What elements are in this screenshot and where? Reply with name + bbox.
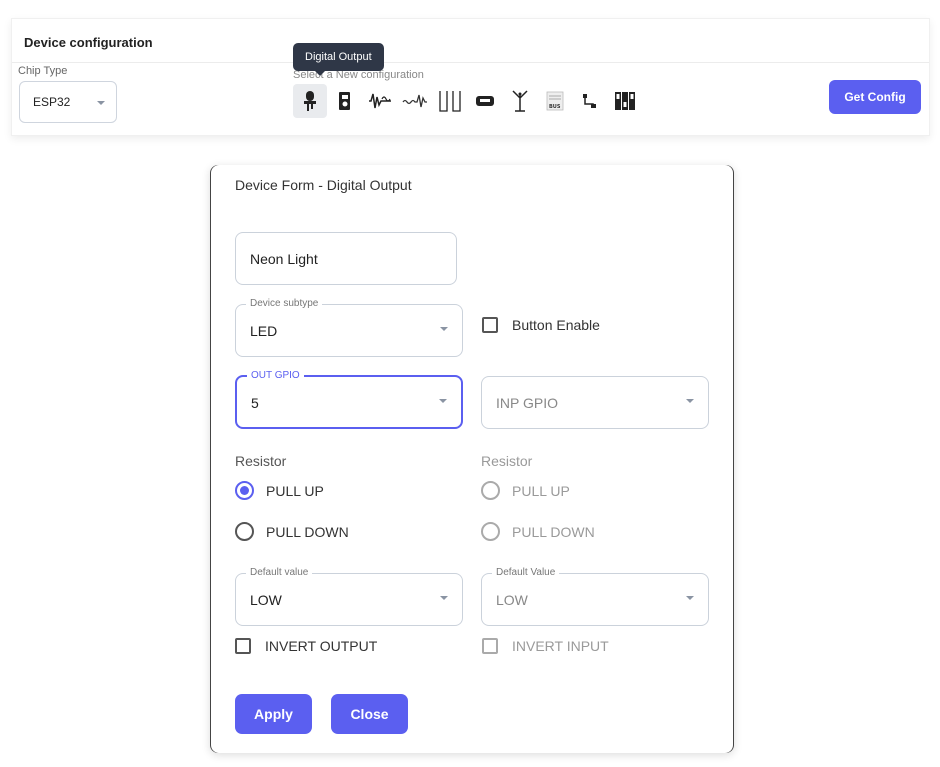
pull-up-radio-output[interactable]: PULL UP — [235, 481, 324, 500]
pull-down-radio-output[interactable]: PULL DOWN — [235, 522, 349, 541]
display-icon[interactable] — [468, 84, 502, 118]
pull-down-radio-input[interactable]: PULL DOWN — [481, 522, 595, 541]
invert-output-label: INVERT OUTPUT — [265, 638, 378, 654]
dialog-title: Device Form - Digital Output — [235, 177, 412, 193]
default-value-output: LOW — [250, 592, 282, 608]
out-gpio-value: 5 — [251, 395, 259, 411]
relay-icon[interactable] — [433, 84, 467, 118]
device-form-dialog: Device Form - Digital Output Neon Light … — [210, 165, 734, 753]
pwm-icon[interactable] — [363, 84, 397, 118]
button-enable-label: Button Enable — [512, 317, 600, 333]
chip-type-select[interactable]: ESP32 — [19, 81, 117, 123]
inp-gpio-select[interactable]: INP GPIO — [481, 376, 709, 429]
default-value-legend: Default Value — [492, 567, 560, 579]
device-subtype-value: LED — [250, 323, 278, 339]
radio-unchecked-icon — [481, 481, 500, 500]
analog-icon[interactable] — [398, 84, 432, 118]
default-value-input-select[interactable]: Default Value LOW — [481, 567, 709, 626]
chevron-down-icon — [440, 596, 448, 600]
invert-input-label: INVERT INPUT — [512, 638, 609, 654]
inp-gpio-placeholder: INP GPIO — [496, 395, 558, 411]
default-value-output-select[interactable]: Default value LOW — [235, 567, 463, 626]
checkbox-box — [482, 317, 498, 333]
resistor-label-output: Resistor — [235, 453, 287, 469]
configuration-icon-row: BUS — [293, 83, 643, 119]
chip-type-value: ESP32 — [33, 95, 71, 109]
dip-switch-icon[interactable] — [608, 84, 642, 118]
out-gpio-select[interactable]: OUT GPIO 5 — [235, 370, 463, 429]
radio-checked-icon — [235, 481, 254, 500]
checkbox-box — [235, 638, 251, 654]
chevron-down-icon — [686, 399, 694, 403]
pull-up-label: PULL UP — [512, 482, 570, 499]
device-name-input[interactable]: Neon Light — [235, 232, 457, 285]
radio-unchecked-icon — [235, 522, 254, 541]
get-config-button[interactable]: Get Config — [829, 80, 921, 114]
pull-down-label: PULL DOWN — [266, 523, 349, 540]
invert-output-checkbox[interactable]: INVERT OUTPUT — [235, 638, 377, 654]
bus-icon[interactable]: BUS — [538, 84, 572, 118]
device-name-value: Neon Light — [250, 251, 318, 267]
chevron-down-icon — [439, 399, 447, 403]
close-button[interactable]: Close — [331, 694, 408, 734]
checkbox-box — [482, 638, 498, 654]
invert-input-checkbox[interactable]: INVERT INPUT — [482, 638, 609, 654]
antenna-icon[interactable] — [503, 84, 537, 118]
connector-icon[interactable] — [573, 84, 607, 118]
chevron-down-icon — [97, 101, 105, 105]
pull-down-label: PULL DOWN — [512, 523, 595, 540]
pull-up-label: PULL UP — [266, 482, 324, 499]
config-title: Device configuration — [24, 35, 153, 50]
device-subtype-legend: Device subtype — [246, 298, 323, 310]
button-enable-checkbox[interactable]: Button Enable — [482, 317, 600, 333]
default-value-legend: Default value — [246, 567, 313, 579]
svg-text:BUS: BUS — [549, 104, 561, 110]
digital-output-icon[interactable] — [293, 84, 327, 118]
apply-button[interactable]: Apply — [235, 694, 312, 734]
device-subtype-select[interactable]: Device subtype LED — [235, 298, 463, 357]
config-divider — [12, 62, 929, 63]
resistor-label-input: Resistor — [481, 453, 533, 469]
digital-input-icon[interactable] — [328, 84, 362, 118]
device-configuration-card: Device configuration Chip Type ESP32 Sel… — [11, 18, 930, 136]
pull-up-radio-input[interactable]: PULL UP — [481, 481, 570, 500]
default-value-input: LOW — [496, 592, 528, 608]
chevron-down-icon — [440, 327, 448, 331]
chevron-down-icon — [686, 596, 694, 600]
out-gpio-legend: OUT GPIO — [247, 370, 304, 382]
radio-unchecked-icon — [481, 522, 500, 541]
chip-type-label: Chip Type — [18, 65, 68, 77]
digital-output-tooltip: Digital Output — [293, 43, 384, 76]
app-stage: Device configuration Chip Type ESP32 Sel… — [0, 0, 940, 767]
